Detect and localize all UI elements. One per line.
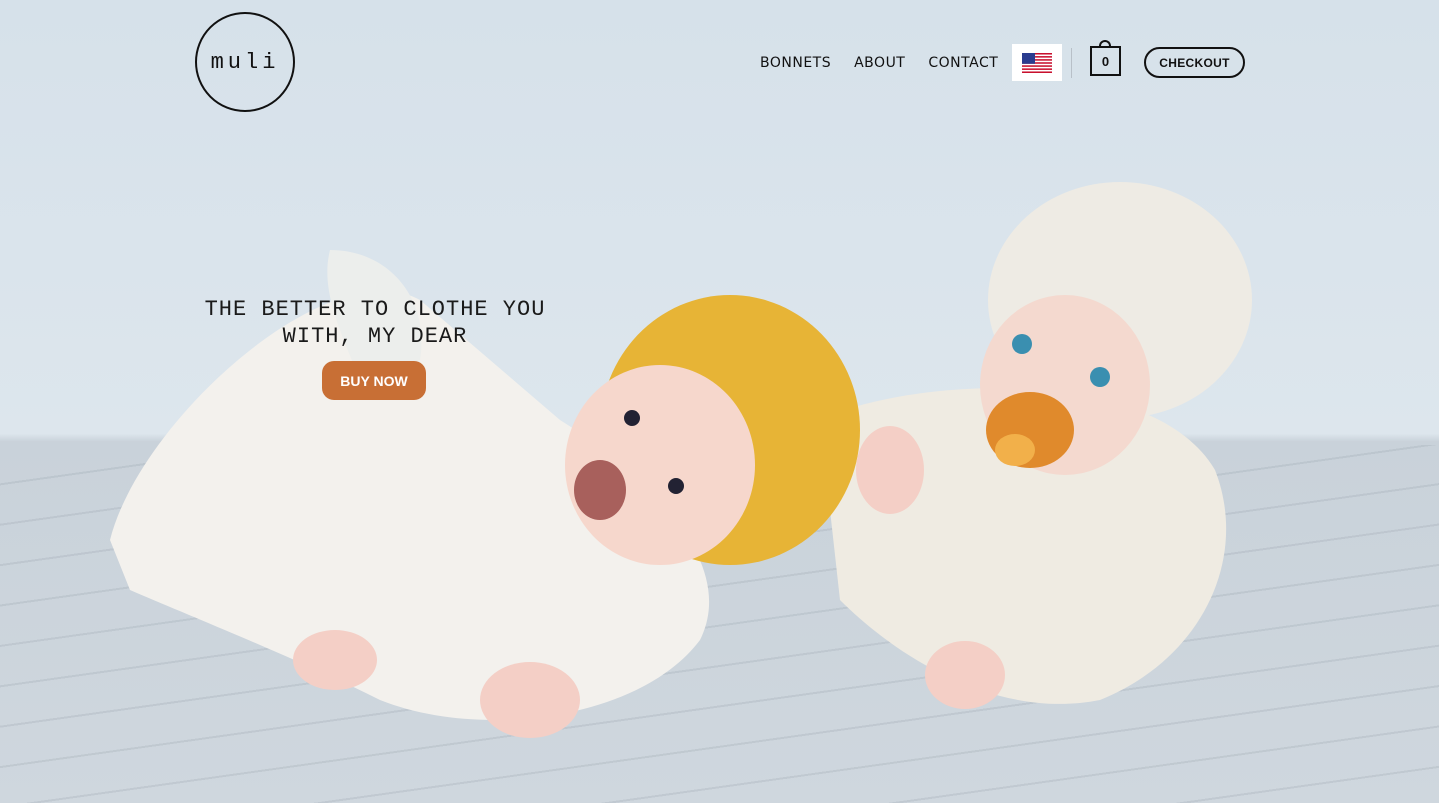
- header-divider: [1071, 48, 1072, 78]
- site-header: muli BONNETS ABOUT CONTACT 0 CHECKOUT: [0, 0, 1439, 126]
- logo-text: muli: [210, 49, 280, 75]
- buy-now-button[interactable]: BUY NOW: [322, 361, 426, 400]
- buy-now-label: BUY NOW: [340, 372, 408, 389]
- us-flag-icon: [1022, 52, 1052, 73]
- logo[interactable]: muli: [195, 12, 295, 112]
- hero-headline-line2: WITH, MY DEAR: [282, 324, 468, 349]
- nav-about[interactable]: ABOUT: [854, 55, 905, 71]
- cart-icon[interactable]: 0: [1090, 46, 1121, 76]
- nav-contact[interactable]: CONTACT: [928, 55, 998, 71]
- country-selector[interactable]: [1012, 44, 1062, 81]
- checkout-button[interactable]: CHECKOUT: [1144, 47, 1245, 78]
- hero-headline-line1: THE BETTER TO CLOTHE YOU: [204, 297, 546, 322]
- main-nav: BONNETS ABOUT CONTACT: [760, 44, 1021, 82]
- cart-count: 0: [1101, 53, 1110, 69]
- checkout-label: CHECKOUT: [1159, 55, 1230, 70]
- hero-headline: THE BETTER TO CLOTHE YOU WITH, MY DEAR: [190, 296, 560, 350]
- nav-bonnets[interactable]: BONNETS: [760, 55, 831, 71]
